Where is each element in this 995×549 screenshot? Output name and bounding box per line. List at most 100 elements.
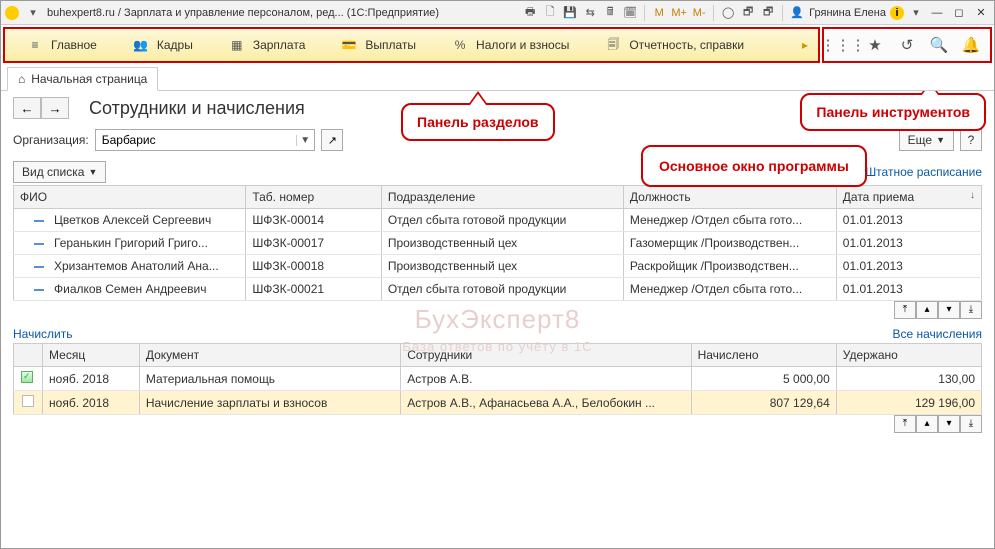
nav-fwd-button[interactable]: → [41, 97, 69, 119]
section-payments[interactable]: 💳 Выплаты [323, 29, 434, 61]
windows-icon[interactable]: 🗗 [740, 5, 756, 21]
table-icon: ▦ [229, 37, 245, 53]
accruals-grid[interactable]: Месяц Документ Сотрудники Начислено Удер… [13, 343, 982, 415]
percent-icon: % [452, 37, 468, 53]
apps-icon[interactable]: ⋮⋮⋮ [834, 36, 852, 54]
close-button[interactable]: ✕ [972, 6, 990, 19]
scroll-down[interactable]: ▾ [938, 415, 960, 433]
sort-icon: ↓ [970, 190, 975, 201]
search-icon[interactable]: 🔍 [930, 36, 948, 54]
calendar-icon[interactable]: 🗓 [622, 5, 638, 21]
section-label: Налоги и взносы [476, 38, 569, 52]
scroll-up[interactable]: ▴ [916, 415, 938, 433]
app-window: ▾ buhexpert8.ru / Зарплата и управление … [0, 0, 995, 549]
col-pos[interactable]: Должность [623, 186, 836, 209]
sections-more[interactable]: ▸ [796, 38, 814, 52]
table-row[interactable]: нояб. 2018Начисление зарплаты и взносовА… [14, 391, 982, 415]
print-icon[interactable]: 🖶 [522, 5, 538, 21]
employees-grid[interactable]: ФИО Таб. номер Подразделение Должность Д… [13, 185, 982, 301]
nav-back-icon[interactable]: ◯ [720, 5, 736, 21]
help-button[interactable]: ? [960, 129, 982, 151]
col-acc[interactable]: Начислено [691, 344, 836, 367]
user-icon: 👤 [789, 5, 805, 21]
section-main[interactable]: ≡Главное [9, 29, 115, 61]
grid1-scroll: ⤒ ▴ ▾ ⤓ [13, 301, 982, 319]
table-row[interactable]: Геранькин Григорий Григо...ШФЗК-00017Про… [14, 232, 982, 255]
table-row[interactable]: нояб. 2018Материальная помощьАстров А.В.… [14, 367, 982, 391]
section-label: Отчетность, справки [629, 38, 744, 52]
callout-sections: Панель разделов [401, 103, 555, 141]
section-label: Главное [51, 38, 97, 52]
col-month[interactable]: Месяц [43, 344, 140, 367]
grid2-scroll: ⤒ ▴ ▾ ⤓ [13, 415, 982, 433]
section-label: Зарплата [253, 38, 306, 52]
scroll-bottom[interactable]: ⤓ [960, 415, 982, 433]
section-taxes[interactable]: % Налоги и взносы [434, 29, 587, 61]
app-logo-icon [5, 6, 19, 20]
preview-icon[interactable]: 🗋 [542, 5, 558, 21]
titlebar: ▾ buhexpert8.ru / Зарплата и управление … [1, 1, 994, 25]
scroll-top[interactable]: ⤒ [894, 301, 916, 319]
mplus-icon[interactable]: M+ [671, 5, 687, 21]
org-input[interactable] [96, 130, 296, 150]
dropdown-icon[interactable]: ▾ [25, 5, 41, 21]
bell-icon[interactable]: 🔔 [962, 36, 980, 54]
maximize-button[interactable]: ◻ [950, 6, 968, 19]
org-open-button[interactable]: ↗ [321, 129, 343, 151]
callout-main: Основное окно программы [641, 145, 867, 187]
home-icon: ⌂ [18, 72, 25, 86]
callout-tools: Панель инструментов [800, 93, 986, 131]
breadcrumb-bar: ⌂ Начальная страница [1, 65, 994, 91]
col-fio[interactable]: ФИО [14, 186, 246, 209]
compare-icon[interactable]: ⇆ [582, 5, 598, 21]
calc-icon[interactable]: 🖩 [602, 5, 618, 21]
nav-back-button[interactable]: ← [13, 97, 41, 119]
home-tab[interactable]: ⌂ Начальная страница [7, 67, 158, 91]
org-dropdown-icon[interactable]: ▼ [296, 135, 314, 146]
section-label: Кадры [157, 38, 193, 52]
history-icon[interactable]: ↺ [898, 36, 916, 54]
info-icon[interactable]: i [890, 6, 904, 20]
col-hold[interactable]: Удержано [836, 344, 981, 367]
table-row[interactable]: Хризантемов Анатолий Ана...ШФЗК-00018Про… [14, 255, 982, 278]
menu-icon[interactable]: ▾ [908, 5, 924, 21]
section-label: Выплаты [365, 38, 416, 52]
save-icon[interactable]: 💾 [562, 5, 578, 21]
accrue-link[interactable]: Начислить [13, 327, 72, 341]
org-label: Организация: [13, 133, 89, 147]
scroll-up[interactable]: ▴ [916, 301, 938, 319]
scroll-top[interactable]: ⤒ [894, 415, 916, 433]
col-tab[interactable]: Таб. номер [246, 186, 382, 209]
favorite-icon[interactable]: ★ [866, 36, 884, 54]
m-icon[interactable]: M [651, 5, 667, 21]
title-text: buhexpert8.ru / Зарплата и управление пе… [47, 7, 439, 19]
col-icon [14, 344, 43, 367]
content-area: БухЭксперт8 База ответов по учёту в 1С ←… [1, 91, 994, 548]
section-staff[interactable]: 👥 Кадры [115, 29, 211, 61]
user-name: Грянина Елена [809, 7, 886, 19]
card-icon: 💳 [341, 37, 357, 53]
col-emp[interactable]: Сотрудники [401, 344, 691, 367]
more-button[interactable]: Еще▼ [899, 129, 954, 151]
scroll-bottom[interactable]: ⤓ [960, 301, 982, 319]
scroll-down[interactable]: ▾ [938, 301, 960, 319]
all-accruals-link[interactable]: Все начисления [892, 327, 982, 341]
org-combo[interactable]: ▼ [95, 129, 315, 151]
staff-schedule-link[interactable]: Штатное расписание [865, 165, 982, 179]
col-date[interactable]: Дата приема↓ [836, 186, 981, 209]
home-label: Начальная страница [31, 72, 147, 86]
people-icon: 👥 [133, 37, 149, 53]
windows2-icon[interactable]: 🗗 [760, 5, 776, 21]
col-dep[interactable]: Подразделение [381, 186, 623, 209]
view-mode-button[interactable]: Вид списка▼ [13, 161, 106, 183]
mminus-icon[interactable]: M- [691, 5, 707, 21]
table-row[interactable]: Цветков Алексей СергеевичШФЗК-00014Отдел… [14, 209, 982, 232]
posted-icon [21, 371, 33, 383]
section-reports[interactable]: 🗐 Отчетность, справки [587, 29, 762, 61]
minimize-button[interactable]: — [928, 7, 946, 19]
col-doc[interactable]: Документ [139, 344, 400, 367]
doc-icon: 🗐 [605, 37, 621, 53]
table-row[interactable]: Фиалков Семен АндреевичШФЗК-00021Отдел с… [14, 278, 982, 301]
section-salary[interactable]: ▦ Зарплата [211, 29, 324, 61]
draft-icon [22, 395, 34, 407]
